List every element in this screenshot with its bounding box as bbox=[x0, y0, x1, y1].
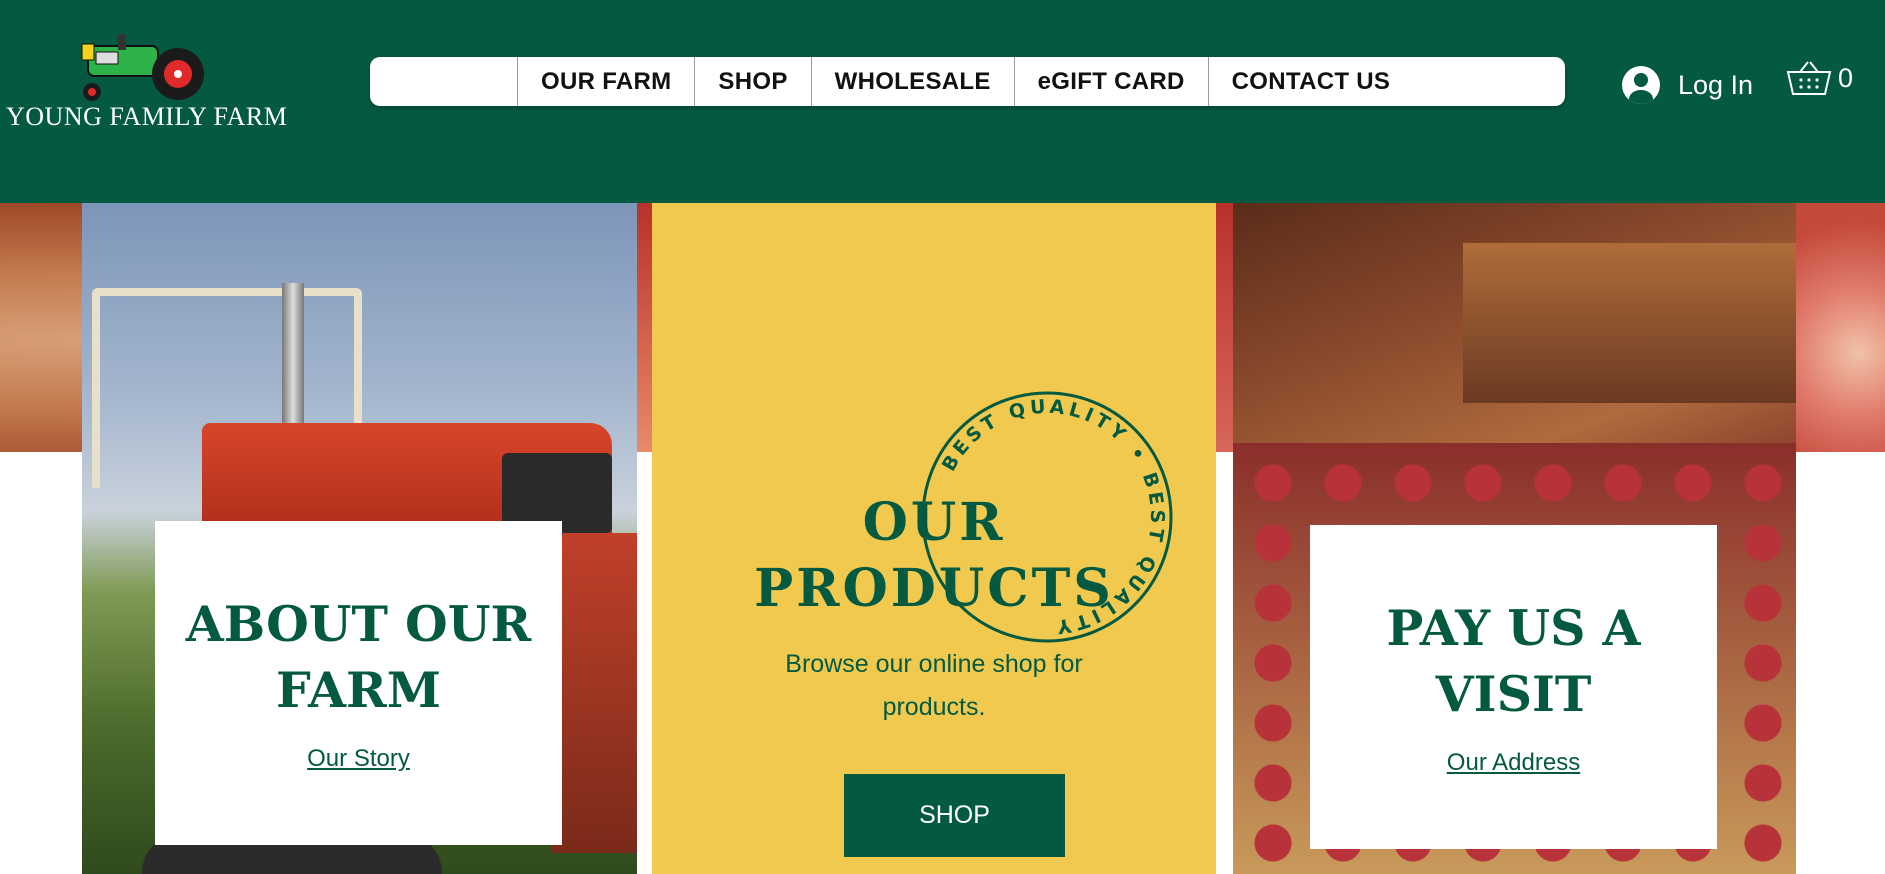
our-address-link[interactable]: Our Address bbox=[1447, 749, 1580, 777]
nav-item-contact-us[interactable]: CONTACT US bbox=[1209, 57, 1414, 106]
about-title-line: ABOUT OUR bbox=[185, 595, 532, 653]
background-strip bbox=[1216, 203, 1233, 452]
nav-item-wholesale[interactable]: WHOLESALE bbox=[812, 57, 1015, 106]
products-description-line: Browse our online shop for bbox=[785, 650, 1083, 678]
about-card: ABOUT OUR FARM Our Story bbox=[155, 521, 562, 845]
login-button[interactable]: Log In bbox=[1622, 66, 1753, 104]
login-label: Log In bbox=[1678, 69, 1754, 100]
nav-home-slot[interactable] bbox=[370, 57, 518, 106]
logo-text: YOUNG FAMILY FARM bbox=[6, 102, 288, 131]
background-apple-image-right bbox=[1796, 203, 1885, 452]
tractor-front bbox=[552, 533, 637, 853]
products-title-line: OUR bbox=[862, 492, 1006, 553]
nav-item-our-farm[interactable]: OUR FARM bbox=[518, 57, 696, 106]
visit-title-line: VISIT bbox=[1435, 665, 1592, 723]
nav-item-shop[interactable]: SHOP bbox=[695, 57, 812, 106]
main-navigation: OUR FARM SHOP WHOLESALE eGIFT CARD CONTA… bbox=[370, 57, 1565, 106]
products-description: Browse our online shop for products. bbox=[740, 643, 1128, 729]
wooden-shelf bbox=[1463, 243, 1796, 403]
visit-title: PAY US A VISIT bbox=[1310, 595, 1717, 727]
shopping-basket-icon bbox=[1786, 61, 1832, 95]
visit-title-line: PAY US A bbox=[1386, 599, 1641, 657]
shop-button[interactable]: SHOP bbox=[844, 774, 1065, 857]
nav-item-egift-card[interactable]: eGIFT CARD bbox=[1015, 57, 1209, 106]
tractor-logo-icon bbox=[81, 34, 204, 101]
products-title-line: PRODUCTS bbox=[754, 558, 1114, 619]
cart-count: 0 bbox=[1838, 62, 1854, 93]
products-description-line: products. bbox=[882, 693, 986, 721]
cart-button[interactable]: 0 bbox=[1786, 58, 1853, 98]
about-title: ABOUT OUR FARM bbox=[155, 591, 562, 723]
site-header: YOUNG FAMILY FARM OUR FARM SHOP WHOLESAL… bbox=[0, 0, 1885, 203]
products-title: OUR PRODUCTS bbox=[652, 490, 1216, 622]
tractor-exhaust bbox=[282, 283, 304, 443]
visit-card: PAY US A VISIT Our Address bbox=[1310, 525, 1717, 849]
background-strip bbox=[637, 203, 652, 452]
our-story-link[interactable]: Our Story bbox=[307, 745, 410, 773]
user-avatar-icon bbox=[1622, 66, 1660, 104]
about-title-line: FARM bbox=[276, 661, 441, 719]
site-logo[interactable]: YOUNG FAMILY FARM bbox=[0, 26, 295, 136]
